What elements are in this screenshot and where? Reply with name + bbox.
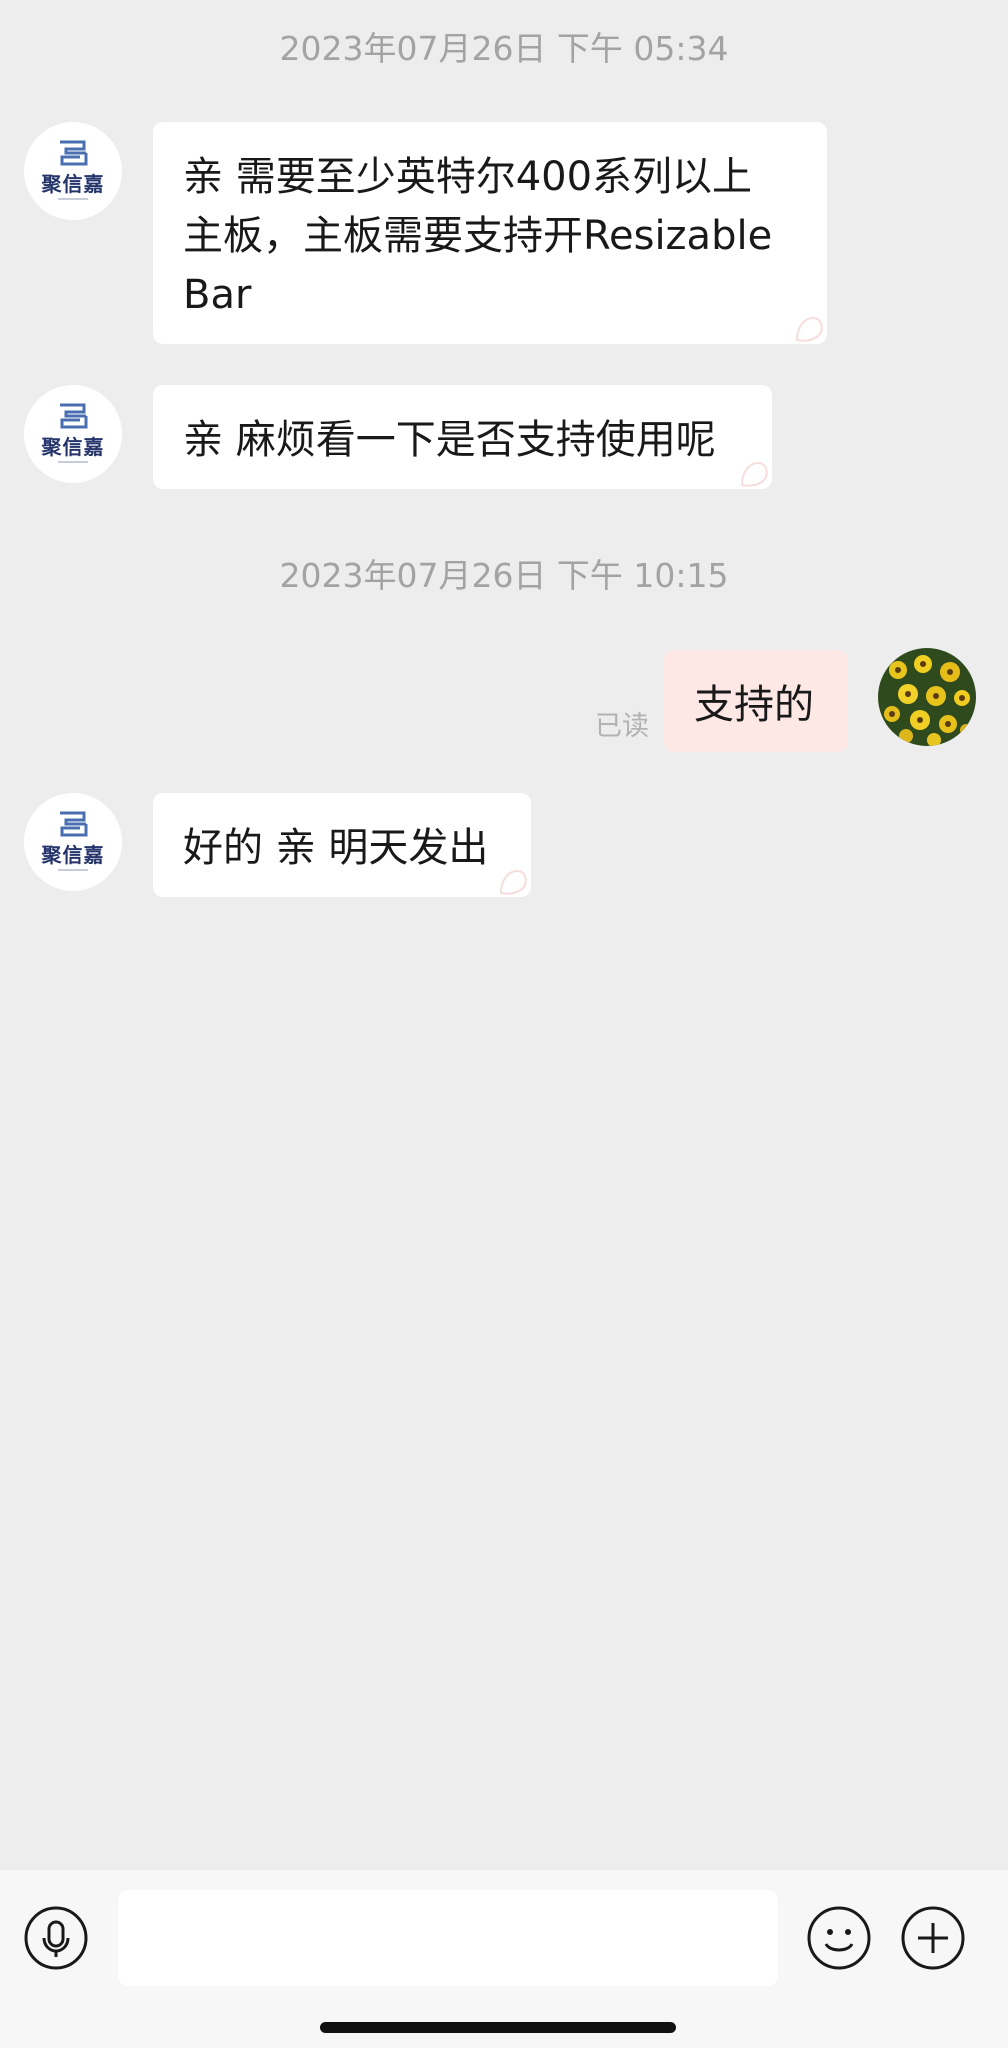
seller-logo-text: 聚信嘉 (41, 172, 105, 196)
seller-logo-icon (60, 403, 88, 429)
seller-logo-icon (60, 140, 88, 166)
seller-logo-text: 聚信嘉 (41, 843, 105, 867)
message-input[interactable] (118, 1890, 778, 1986)
decorative-mark-icon (499, 869, 527, 895)
seller-avatar[interactable]: 聚信嘉 (24, 122, 122, 220)
logo-divider (58, 198, 88, 200)
microphone-icon[interactable] (23, 1905, 89, 1971)
logo-divider (58, 869, 88, 871)
message-text: 亲 需要至少英特尔400系列以上 主板，主板需要支持开Resizable Bar (183, 154, 773, 318)
message-bubble-outgoing[interactable]: 支持的 (664, 650, 848, 752)
decorative-mark-icon (740, 461, 768, 487)
message-text: 好的 亲 明天发出 (183, 825, 489, 871)
decorative-mark-icon (795, 316, 823, 342)
seller-avatar[interactable]: 聚信嘉 (24, 385, 122, 483)
seller-logo-icon (60, 811, 88, 837)
message-bubble-incoming[interactable]: 亲 需要至少英特尔400系列以上 主板，主板需要支持开Resizable Bar (153, 122, 827, 344)
logo-divider (58, 461, 88, 463)
flower-photo-icon (878, 648, 976, 746)
message-text: 支持的 (694, 682, 814, 728)
seller-logo-text: 聚信嘉 (41, 435, 105, 459)
chat-timestamp: 2023年07月26日 下午 05:34 (279, 29, 729, 68)
message-text: 亲 麻烦看一下是否支持使用呢 (183, 417, 716, 463)
seller-avatar[interactable]: 聚信嘉 (24, 793, 122, 891)
smiley-icon[interactable] (806, 1905, 872, 1971)
read-receipt: 已读 (595, 711, 649, 742)
chat-timestamp: 2023年07月26日 下午 10:15 (279, 556, 729, 595)
home-indicator[interactable] (320, 2022, 676, 2033)
message-bubble-incoming[interactable]: 好的 亲 明天发出 (153, 793, 531, 897)
plus-circle-icon[interactable] (900, 1905, 966, 1971)
my-avatar[interactable] (878, 648, 976, 746)
message-bubble-incoming[interactable]: 亲 麻烦看一下是否支持使用呢 (153, 385, 772, 489)
